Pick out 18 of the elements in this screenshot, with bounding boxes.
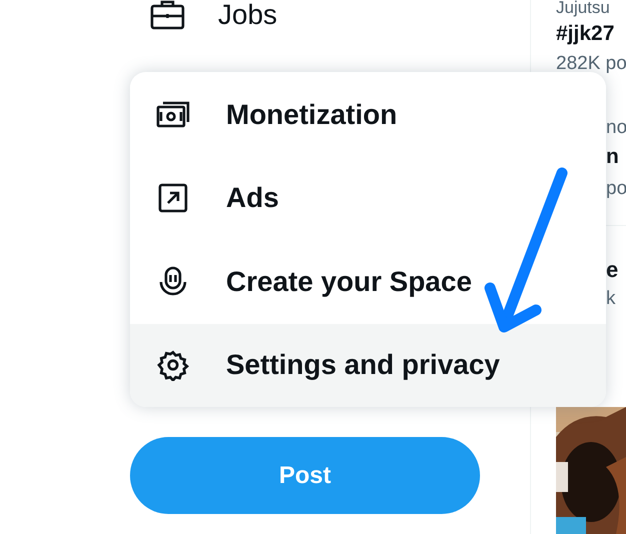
microphone-icon (158, 266, 188, 298)
briefcase-icon (150, 0, 185, 30)
arrow-box-icon (158, 183, 188, 214)
menu-item[interactable]: Monetization (130, 73, 606, 156)
money-icon (156, 100, 190, 130)
trend-category: no (606, 116, 626, 140)
settings-icon (157, 349, 189, 382)
news-meta: k (606, 287, 616, 311)
trend-title[interactable]: n (606, 142, 626, 172)
trend-category: Jujutsu (556, 0, 611, 19)
news-title[interactable]: e (606, 255, 618, 285)
sidebar-item[interactable]: Jobs (218, 1, 278, 29)
menu-item[interactable]: Settings and privacy (130, 324, 606, 407)
trend-post-count: po (606, 177, 626, 201)
trend-hashtag[interactable]: #jjk27 (556, 19, 626, 49)
menu-item[interactable]: Create your Space (130, 240, 606, 324)
trend-post-count: 282K po (556, 52, 626, 76)
menu-item[interactable]: Ads (130, 156, 606, 240)
